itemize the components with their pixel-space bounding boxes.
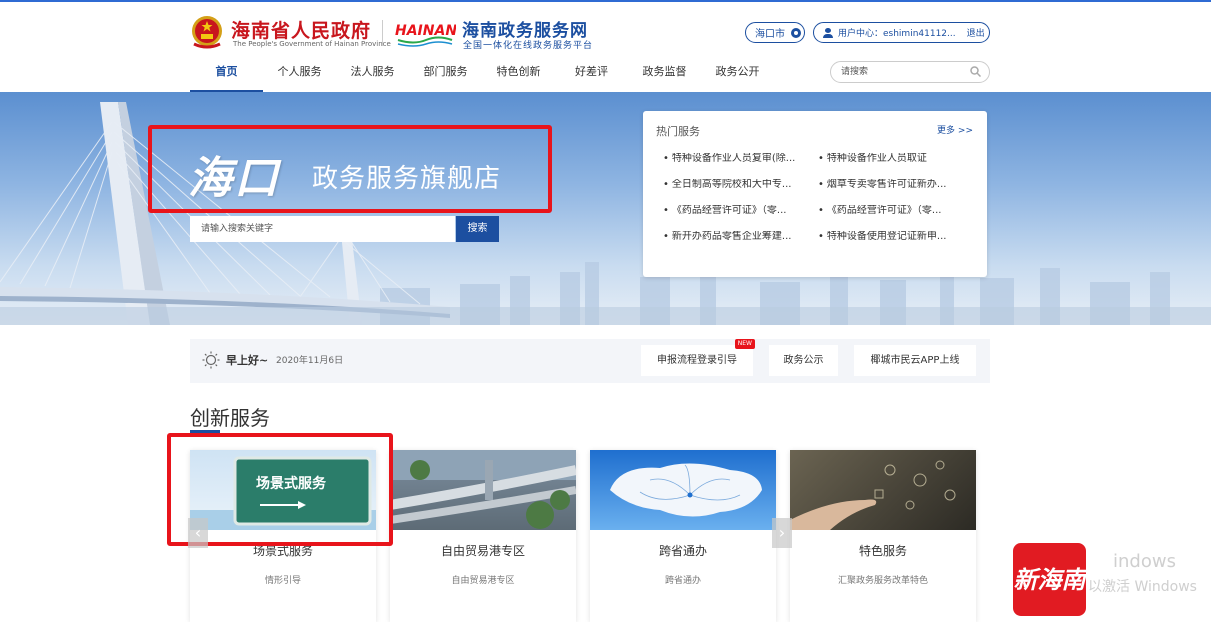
user-center[interactable]: 用户中心：eshimin41112... 退出 <box>813 22 990 43</box>
card-subtitle: 汇聚政务服务改革特色 <box>837 576 928 586</box>
featured-image <box>790 450 976 530</box>
hot-service-item[interactable]: 新开办药品零售企业筹建... <box>663 231 811 243</box>
greeting-bar: 早上好~ 2020年11月6日 申报流程登录引导 NEW 政务公示 椰城市民云A… <box>190 339 990 383</box>
brand-city-name: 海口 <box>188 153 280 204</box>
hot-services-panel: 热门服务 更多 >> 特种设备作业人员复审(除... 特种设备作业人员取证 全日… <box>643 111 987 277</box>
search-icon[interactable] <box>970 66 981 77</box>
new-badge: NEW <box>734 339 755 349</box>
hot-service-item[interactable]: 全日制高等院校和大中专... <box>663 179 811 191</box>
ftp-image <box>390 450 576 530</box>
hot-service-item[interactable]: 烟草专卖零售许可证新办... <box>818 179 966 191</box>
section-title: 创新服务 <box>190 406 270 430</box>
gov-notice-button[interactable]: 政务公示 <box>769 345 838 376</box>
nav-personal[interactable]: 个人服务 <box>263 60 336 92</box>
nav-department[interactable]: 部门服务 <box>409 60 482 92</box>
chevron-left-icon: ‹ <box>194 523 202 542</box>
hot-services-title: 热门服务 <box>656 125 700 138</box>
hot-service-item[interactable]: 特种设备作业人员取证 <box>818 153 966 165</box>
citizen-app-button[interactable]: 椰城市民云APP上线 <box>854 345 976 376</box>
user-center-label[interactable]: 用户中心：eshimin41112... <box>838 26 956 39</box>
nav-disclosure[interactable]: 政务公开 <box>701 60 774 92</box>
hot-more-link[interactable]: 更多 >> <box>937 123 973 136</box>
card-subtitle: 情形引导 <box>264 576 301 586</box>
city-selector[interactable]: 海口市 <box>745 22 805 43</box>
sun-icon <box>202 351 220 369</box>
header-search-placeholder: 请搜索 <box>841 67 869 77</box>
gov-name-en: The People's Government of Hainan Provin… <box>233 40 391 48</box>
hot-service-item[interactable]: 《药品经营许可证》（零... <box>818 205 966 217</box>
greeting-text: 早上好~ <box>226 354 269 367</box>
nav-innovation[interactable]: 特色创新 <box>482 60 555 92</box>
city-label: 海口市 <box>755 29 785 40</box>
hot-service-item[interactable]: 特种设备使用登记证新申... <box>818 231 966 243</box>
hot-service-item[interactable]: 特种设备作业人员复审(除... <box>663 153 811 165</box>
xinhainan-logo: 新海南 <box>1013 543 1086 616</box>
card-subtitle: 自由贸易港专区 <box>451 576 515 586</box>
login-guide-label: 申报流程登录引导 <box>657 355 737 366</box>
login-guide-button[interactable]: 申报流程登录引导 NEW <box>641 339 755 376</box>
gov-name[interactable]: 海南省人民政府 <box>231 16 371 43</box>
national-emblem-icon <box>192 16 222 49</box>
windows-watermark-line1: indows <box>1113 551 1176 572</box>
card-title: 特色服务 <box>858 544 907 558</box>
svg-text:HAINAN: HAINAN <box>395 23 456 39</box>
logout-link[interactable]: 退出 <box>967 26 985 39</box>
chevron-right-icon: › <box>778 523 786 542</box>
header: 海南省人民政府 The People's Government of Haina… <box>0 2 1211 92</box>
hot-services-list: 特种设备作业人员复审(除... 特种设备作业人员取证 全日制高等院校和大中专..… <box>663 153 973 243</box>
nav-home[interactable]: 首页 <box>190 60 263 92</box>
card-title: 跨省通办 <box>658 544 707 558</box>
user-icon <box>823 27 833 38</box>
nav-legal[interactable]: 法人服务 <box>336 60 409 92</box>
service-card-ftp[interactable]: 自由贸易港专区 自由贸易港专区 <box>390 450 576 622</box>
banner-search-input[interactable]: 请输入搜索关键字 <box>190 216 455 242</box>
nav-evaluation[interactable]: 好差评 <box>555 60 628 92</box>
hainan-logo[interactable]: HAINAN <box>394 18 456 48</box>
card-title: 自由贸易港专区 <box>440 544 525 558</box>
main-nav: 首页 个人服务 法人服务 部门服务 特色创新 好差评 政务监督 政务公开 <box>190 60 774 92</box>
service-card-featured[interactable]: 特色服务 汇聚政务服务改革特色 <box>790 450 976 622</box>
header-search-input[interactable]: 请搜索 <box>830 61 990 83</box>
carousel-prev-button[interactable]: ‹ <box>188 518 208 548</box>
china-map-image <box>590 450 776 530</box>
windows-watermark-line2: 以激活 Windows <box>1088 579 1197 595</box>
hero-banner: 海口 政务服务旗舰店 请输入搜索关键字 搜索 热门服务 更多 >> 特种设备作业… <box>0 92 1211 325</box>
banner-search-button[interactable]: 搜索 <box>456 216 499 242</box>
header-divider <box>382 20 383 46</box>
hot-service-item[interactable]: 《药品经营许可证》（零... <box>663 205 811 217</box>
service-card-cross-province[interactable]: 跨省通办 跨省通办 <box>590 450 776 622</box>
carousel-next-button[interactable]: › <box>772 518 792 548</box>
brand-title: 政务服务旗舰店 <box>312 164 502 194</box>
location-pin-icon <box>791 27 801 38</box>
current-date: 2020年11月6日 <box>276 356 344 366</box>
site-subtitle: 全国一体化在线政务服务平台 <box>463 41 594 51</box>
nav-supervision[interactable]: 政务监督 <box>628 60 701 92</box>
banner-search-placeholder: 请输入搜索关键字 <box>201 224 274 234</box>
card-subtitle: 跨省通办 <box>664 576 701 586</box>
